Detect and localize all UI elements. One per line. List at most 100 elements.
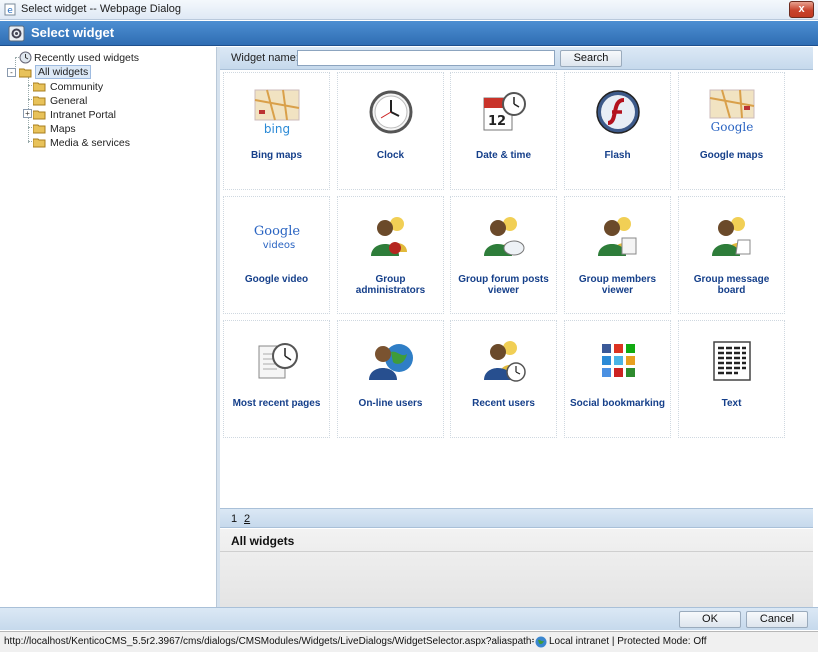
clock-icon (369, 90, 413, 134)
folder-icon (33, 82, 46, 92)
page-link-2[interactable]: 2 (244, 513, 250, 525)
ok-button[interactable]: OK (679, 611, 741, 628)
group-forum-icon (484, 217, 525, 256)
calendar-clock-icon: 12 (483, 92, 526, 131)
widget-label: Google video (244, 274, 309, 285)
recent-users-icon (484, 341, 526, 382)
social-bookmarking-icon (602, 344, 635, 377)
widget-label: Group message board (693, 274, 770, 296)
widget-label: Group administrators (355, 274, 426, 296)
recent-widgets-icon (19, 51, 32, 64)
tree-expand-toggle[interactable]: + (23, 109, 32, 118)
globe-icon (535, 636, 547, 648)
widget-label: Date & time (475, 150, 531, 161)
tree-item-general[interactable]: General (33, 94, 153, 108)
description-title: All widgets (231, 534, 295, 548)
window-title: Select widget -- Webpage Dialog (21, 3, 181, 15)
widget-name-label: Widget name: (231, 52, 299, 64)
widget-tile-text[interactable]: Text (678, 320, 785, 438)
widget-tile-bing-maps[interactable]: bing Bing maps (223, 72, 330, 190)
page-current: 1 (231, 513, 238, 525)
widget-label: Google maps (699, 150, 764, 161)
widget-label: Recent users (472, 398, 535, 409)
tree-item-intranet-portal[interactable]: Intranet Portal (33, 108, 153, 122)
folder-icon (33, 110, 46, 120)
tree-label-maps: Maps (50, 123, 76, 135)
calendar-day: 12 (488, 114, 506, 129)
search-bar: Widget name: Search (220, 47, 813, 70)
tree-item-recent[interactable]: Recently used widgets (19, 51, 169, 65)
security-zone: Local intranet | Protected Mode: Off (549, 636, 707, 647)
folder-open-icon (19, 68, 32, 78)
widget-tile-google-maps[interactable]: Google Google maps (678, 72, 785, 190)
videos-text: videos (263, 240, 296, 251)
window-close-button[interactable]: x (789, 1, 814, 18)
pager: 1 2 (220, 508, 813, 528)
search-button[interactable]: Search (560, 50, 622, 67)
ie-page-icon: e (4, 3, 16, 16)
widget-gear-icon (8, 25, 25, 42)
widget-tile-online-users[interactable]: On-line users (337, 320, 444, 438)
dialog-footer: OK Cancel (0, 607, 818, 630)
divider (220, 551, 813, 552)
widget-name-input[interactable] (297, 50, 555, 66)
tree-item-all-widgets[interactable]: All widgets (19, 65, 119, 80)
tree-label-media-services: Media & services (50, 137, 130, 149)
widget-tile-social-bookmarking[interactable]: Social bookmarking (564, 320, 671, 438)
bing-logo-text: bing (264, 122, 290, 136)
google-logo-text: Google (254, 224, 301, 239)
google-logo-text: Google (711, 120, 754, 134)
widget-tile-group-forum-posts[interactable]: Group forum posts viewer (450, 196, 557, 314)
folder-icon (33, 124, 46, 134)
widget-label: Clock (376, 150, 405, 161)
online-users-icon (369, 344, 413, 380)
flash-icon (596, 90, 640, 134)
cancel-button[interactable]: Cancel (746, 611, 808, 628)
widget-label: Bing maps (250, 150, 303, 161)
widget-label: Social bookmarking (569, 398, 666, 409)
widget-panel: Widget name: Search bing Bing maps Clock (220, 47, 813, 607)
tree-label-intranet-portal: Intranet Portal (50, 109, 116, 121)
description-panel: All widgets (220, 529, 813, 607)
group-admin-icon (371, 217, 407, 256)
widget-label: Most recent pages (232, 398, 321, 409)
widget-label: Text (721, 398, 742, 409)
group-message-icon (712, 217, 751, 256)
dialog-title: Select widget (31, 25, 115, 40)
widget-grid: bing Bing maps Clock 12 Date & time Flas… (223, 72, 813, 507)
tree-item-community[interactable]: Community (33, 80, 153, 94)
widget-label: Flash (604, 150, 631, 161)
google-video-icon: Google videos (254, 224, 301, 251)
folder-icon (33, 138, 46, 148)
svg-text:e: e (7, 6, 13, 16)
category-tree: Recently used widgets - All widgets Comm… (3, 47, 217, 607)
widget-label: Group forum posts viewer (458, 274, 549, 296)
status-url: http://localhost/KenticoCMS_5.5r2.3967/c… (4, 636, 534, 647)
tree-collapse-toggle[interactable]: - (7, 68, 16, 77)
widget-tile-group-message-board[interactable]: Group message board (678, 196, 785, 314)
folder-icon (33, 96, 46, 106)
dialog-header: Select widget (0, 21, 818, 46)
widget-tile-group-members[interactable]: Group members viewer (564, 196, 671, 314)
widget-tile-clock[interactable]: Clock (337, 72, 444, 190)
status-bar: http://localhost/KenticoCMS_5.5r2.3967/c… (0, 631, 818, 652)
tree-label-general: General (50, 95, 88, 107)
recent-pages-icon (258, 343, 298, 379)
tree-item-maps[interactable]: Maps (33, 122, 153, 136)
widget-tile-date-time[interactable]: 12 Date & time (450, 72, 557, 190)
widget-tile-google-video[interactable]: Google videos Google video (223, 196, 330, 314)
bing-maps-icon: bing (254, 89, 300, 136)
google-maps-icon: Google (709, 89, 755, 134)
tree-item-media-services[interactable]: Media & services (33, 136, 153, 150)
group-members-icon (598, 217, 637, 256)
widget-label: Group members viewer (578, 274, 657, 296)
tree-label-all-widgets: All widgets (35, 65, 92, 79)
tree-label-community: Community (50, 81, 104, 93)
widget-tile-flash[interactable]: Flash (564, 72, 671, 190)
text-icon (713, 341, 751, 381)
window-title-bar: e Select widget -- Webpage Dialog x (0, 0, 818, 20)
widget-label: On-line users (358, 398, 423, 409)
widget-tile-recent-users[interactable]: Recent users (450, 320, 557, 438)
widget-tile-most-recent-pages[interactable]: Most recent pages (223, 320, 330, 438)
widget-tile-group-administrators[interactable]: Group administrators (337, 196, 444, 314)
